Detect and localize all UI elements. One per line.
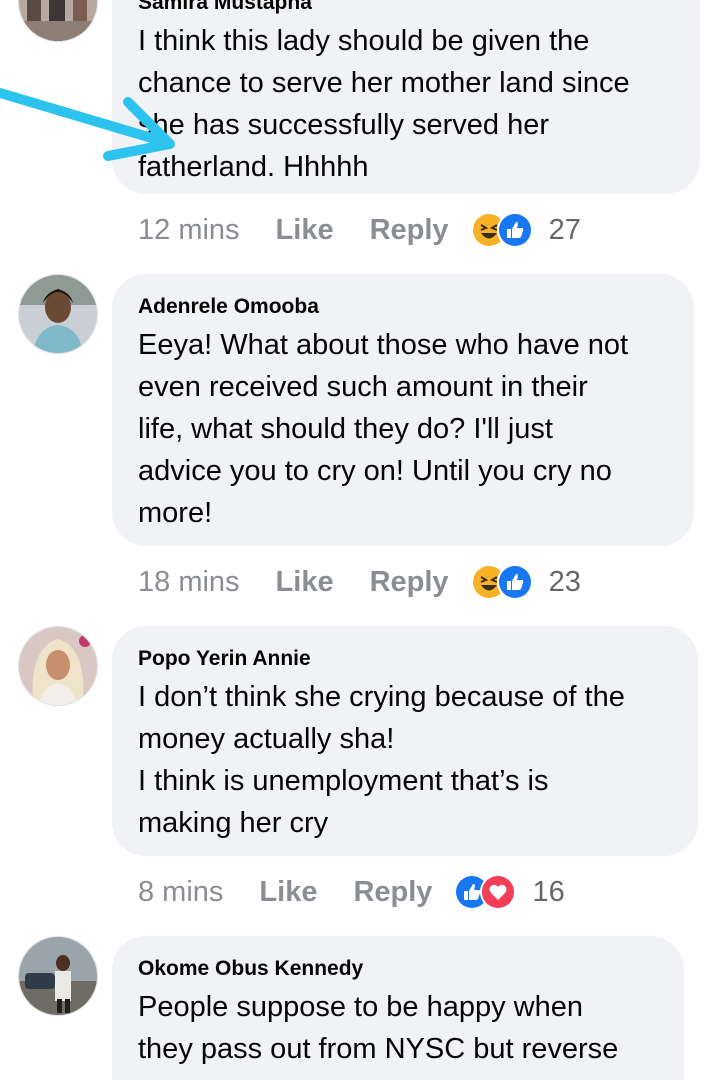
comment-line: advice you to cry on! Until you cry no bbox=[138, 455, 612, 487]
like-button[interactable]: Like bbox=[276, 566, 334, 599]
comment-time[interactable]: 12 mins bbox=[138, 214, 240, 247]
reply-button[interactable]: Reply bbox=[370, 566, 449, 599]
comment-text: People suppose to be happy when they pas… bbox=[138, 986, 660, 1070]
comment-author[interactable]: Adenrele Omooba bbox=[138, 294, 670, 320]
comment-actions: 18 mins Like Reply 23 bbox=[138, 562, 581, 602]
avatar[interactable] bbox=[18, 274, 98, 354]
comment-line: life, what should they do? I'll just bbox=[138, 413, 553, 445]
comment-author[interactable]: Okome Obus Kennedy bbox=[138, 956, 660, 982]
comment-bubble: Popo Yerin Annie I don’t think she cryin… bbox=[112, 626, 698, 856]
comment-line: fatherland. Hhhhh bbox=[138, 151, 369, 183]
comment-line: they pass out from NYSC but reverse bbox=[138, 1033, 619, 1065]
comment-time[interactable]: 18 mins bbox=[138, 566, 240, 599]
like-button[interactable]: Like bbox=[259, 876, 317, 909]
comment-text: I think this lady should be given the ch… bbox=[138, 20, 676, 188]
love-icon bbox=[480, 874, 517, 910]
comment-line: making her cry bbox=[138, 807, 329, 839]
comment-line: chance to serve her mother land since bbox=[138, 67, 630, 99]
comment-actions: 8 mins Like Reply 16 bbox=[138, 872, 565, 912]
comment-bubble: Adenrele Omooba Eeya! What about those w… bbox=[112, 274, 694, 546]
avatar[interactable] bbox=[18, 626, 98, 706]
reply-button[interactable]: Reply bbox=[370, 214, 449, 247]
reaction-count[interactable]: 27 bbox=[549, 214, 581, 247]
comment-author[interactable]: Popo Yerin Annie bbox=[138, 646, 674, 672]
comment-text: Eeya! What about those who have not even… bbox=[138, 324, 670, 534]
comment-text: I don’t think she crying because of the … bbox=[138, 676, 674, 844]
comment-line: she has successfully served her bbox=[138, 109, 550, 141]
comment-bubble: Samira Mustapha I think this lady should… bbox=[112, 0, 700, 194]
avatar[interactable] bbox=[18, 936, 98, 1016]
like-icon bbox=[496, 564, 533, 600]
reply-button[interactable]: Reply bbox=[353, 876, 432, 909]
comment-line: more! bbox=[138, 497, 213, 529]
like-icon bbox=[496, 212, 533, 248]
comment-actions: 12 mins Like Reply 27 bbox=[138, 210, 581, 250]
reactions-summary[interactable] bbox=[454, 874, 517, 910]
reaction-count[interactable]: 23 bbox=[549, 566, 581, 599]
comment-line: Eeya! What about those who have not bbox=[138, 329, 629, 361]
like-button[interactable]: Like bbox=[276, 214, 334, 247]
reaction-count[interactable]: 16 bbox=[532, 876, 564, 909]
avatar[interactable] bbox=[18, 0, 98, 42]
comment-line: People suppose to be happy when bbox=[138, 991, 584, 1023]
comment-line: money actually sha! bbox=[138, 723, 395, 755]
reactions-summary[interactable] bbox=[470, 212, 533, 248]
comment-time[interactable]: 8 mins bbox=[138, 876, 223, 909]
comment-bubble: Okome Obus Kennedy People suppose to be … bbox=[112, 936, 684, 1080]
reactions-summary[interactable] bbox=[470, 564, 533, 600]
comments-page: Samira Mustapha I think this lady should… bbox=[0, 0, 720, 1080]
comment-line: I don’t think she crying because of the bbox=[138, 681, 625, 713]
comment-line: I think this lady should be given the bbox=[138, 25, 590, 57]
comment-line: even received such amount in their bbox=[138, 371, 588, 403]
comment-author[interactable]: Samira Mustapha bbox=[138, 0, 676, 16]
comment-line: I think is unemployment that’s is bbox=[138, 765, 549, 797]
